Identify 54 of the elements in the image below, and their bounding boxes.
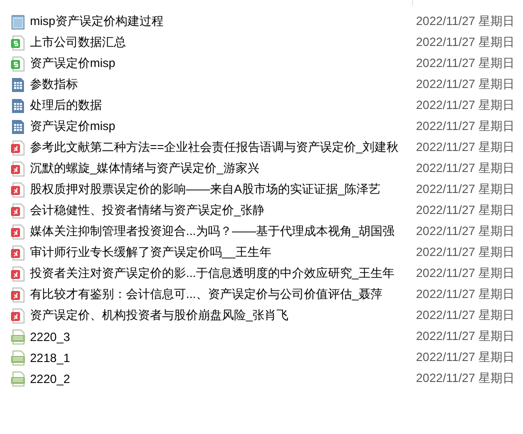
pdf-icon [10,182,26,198]
modified-date: 2022/11/27 星期日 [416,97,515,114]
image-file-icon [10,328,26,344]
file-name[interactable]: 媒体关注抑制管理者投资迎合...为吗？——基于代理成本视角_胡国强 [30,223,395,240]
file-name[interactable]: 上市公司数据汇总 [30,34,126,51]
modified-date: 2022/11/27 星期日 [416,265,515,282]
file-name[interactable]: 资产误定价misp [30,55,116,72]
modified-date: 2022/11/27 星期日 [416,244,515,261]
pdf-icon [10,286,26,302]
notepad-icon [10,14,26,30]
modified-date: 2022/11/27 星期日 [416,307,515,324]
file-name[interactable]: 2220_3 [30,330,70,344]
spreadsheet-icon [10,56,26,72]
pdf-icon [10,224,26,240]
image-file-icon [10,370,26,386]
pdf-icon [10,202,26,218]
modified-date: 2022/11/27 星期日 [416,181,515,198]
file-name[interactable]: 资产误定价、机构投资者与股价崩盘风险_张肖飞 [30,307,289,324]
pdf-icon [10,266,26,282]
file-name[interactable]: 有比较才有鉴别：会计信息可...、资产误定价与公司价值评估_聂萍 [30,286,383,303]
file-name[interactable]: 资产误定价misp [30,118,116,135]
modified-date: 2022/11/27 星期日 [416,202,515,219]
pdf-icon [10,308,26,324]
document-icon [10,118,26,134]
modified-date: 2022/11/27 星期日 [416,118,515,135]
modified-date: 2022/11/27 星期日 [416,370,515,387]
modified-date: 2022/11/27 星期日 [416,160,515,177]
modified-date: 2022/11/27 星期日 [416,13,515,30]
file-name[interactable]: 审计师行业专长缓解了资产误定价吗__王生年 [30,244,272,261]
file-name[interactable]: 处理后的数据 [30,97,102,114]
file-name[interactable]: 参数指标 [30,76,78,93]
modified-date: 2022/11/27 星期日 [416,139,515,156]
file-name[interactable]: 会计稳健性、投资者情绪与资产误定价_张静 [30,202,265,219]
spreadsheet-icon [10,34,26,50]
image-file-icon [10,350,26,366]
file-name[interactable]: 2220_2 [30,372,70,386]
modified-date: 2022/11/27 星期日 [416,286,515,303]
modified-date: 2022/11/27 星期日 [416,349,515,366]
pdf-icon [10,244,26,260]
modified-date: 2022/11/27 星期日 [416,55,515,72]
file-name[interactable]: 股权质押对股票误定价的影响——来自A股市场的实证证据_陈泽艺 [30,181,381,198]
modified-date: 2022/11/27 星期日 [416,223,515,240]
document-icon [10,98,26,114]
modified-date: 2022/11/27 星期日 [416,34,515,51]
pdf-icon [10,160,26,176]
pdf-icon [10,140,26,156]
file-name[interactable]: misp资产误定价构建过程 [30,13,164,30]
modified-date: 2022/11/27 星期日 [416,76,515,93]
file-name[interactable]: 沉默的螺旋_媒体情绪与资产误定价_游家兴 [30,160,260,177]
file-name[interactable]: 投资者关注对资产误定价的影...于信息透明度的中介效应研究_王生年 [30,265,395,282]
modified-date: 2022/11/27 星期日 [416,328,515,345]
document-icon [10,76,26,92]
file-name[interactable]: 2218_1 [30,350,70,364]
file-name[interactable]: 参考此文献第二种方法==企业社会责任报告语调与资产误定价_刘建秋 [30,139,399,156]
